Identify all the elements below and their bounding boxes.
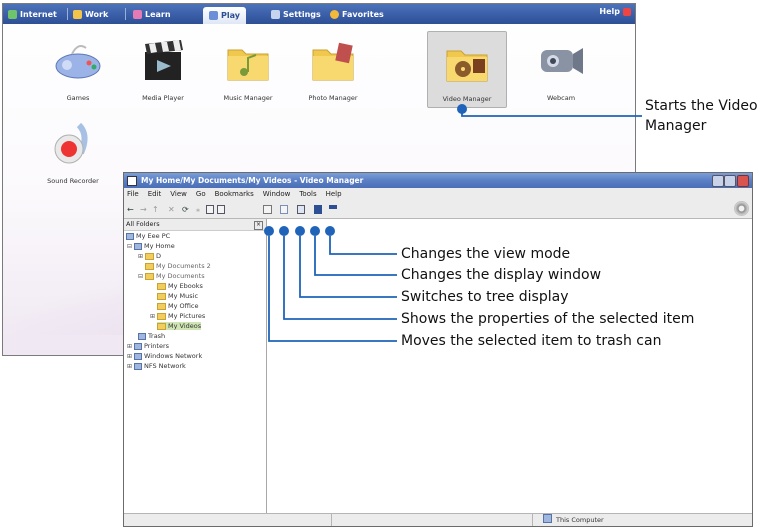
callout-display-window: Changes the display window <box>401 267 602 283</box>
callout-tree-display: Switches to tree display <box>401 289 569 305</box>
callout-lines <box>264 104 642 342</box>
callout-view-mode: Changes the view mode <box>401 246 571 262</box>
callout-trash: Moves the selected item to trash can <box>401 333 662 349</box>
callout-starts-line2: Manager <box>645 118 707 134</box>
callout-properties: Shows the properties of the selected ite… <box>401 311 695 327</box>
callout-starts-line1: Starts the Video <box>645 98 758 114</box>
